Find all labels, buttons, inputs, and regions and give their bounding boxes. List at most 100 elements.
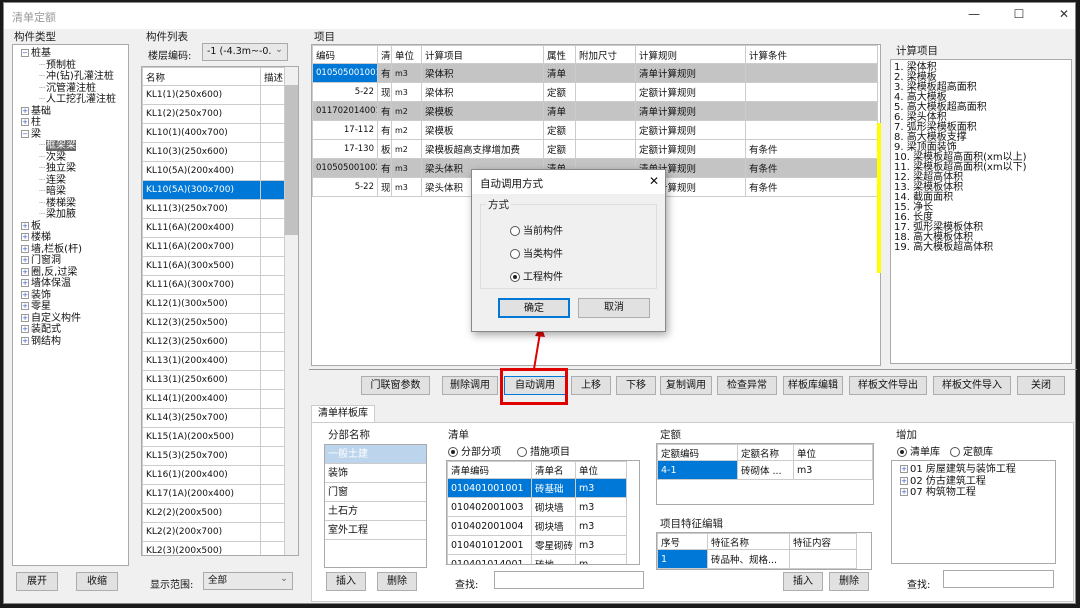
expand-toggle-icon[interactable]: +	[21, 290, 29, 299]
maximize-button[interactable]: ☐	[1009, 7, 1029, 25]
attribute-cell[interactable]: 清单	[543, 63, 576, 83]
list-item[interactable]: KL10(5A)(200x400)	[142, 161, 285, 181]
attribute-cell[interactable]: 清单	[543, 101, 576, 121]
column-header[interactable]: 特征名称	[707, 533, 790, 550]
column-header[interactable]: 定额名称	[737, 444, 794, 461]
code-cell[interactable]: 5-22	[312, 82, 378, 102]
expand-toggle-icon[interactable]: +	[21, 336, 29, 345]
type-cell[interactable]: 有	[377, 63, 392, 83]
collapse-button[interactable]: 收缩	[76, 572, 118, 591]
table-cell[interactable]	[789, 549, 857, 569]
tab-bill-template-library[interactable]: 清单样板库	[311, 405, 375, 423]
list-item[interactable]: KL15(3)(250x700)	[142, 446, 285, 466]
tree-node[interactable]: ┈冲(钻)孔灌注桩	[17, 71, 128, 83]
table-row[interactable]: 17-130 板 m2 梁模板超高支撑增加费 定额 定额计算规则 有条件	[312, 139, 878, 159]
tree-node[interactable]: ┈梁加腋	[17, 209, 128, 221]
calc-item-cell[interactable]: 梁模板超高支撑增加费	[421, 139, 544, 159]
column-header[interactable]: 单位	[575, 461, 627, 479]
code-cell[interactable]: 5-22	[312, 177, 378, 197]
unit-cell[interactable]: m2	[391, 120, 422, 140]
table-cell[interactable]: 010401001001	[447, 478, 532, 498]
table-row[interactable]: 010402001004 砌块墙 m3	[447, 516, 627, 536]
extra-size-cell[interactable]	[575, 82, 636, 102]
table-cell[interactable]: 砌块墙	[531, 497, 576, 517]
library-tree[interactable]: +01 房屋建筑与装饰工程 +02 仿古建筑工程 +07 构筑物工程	[891, 460, 1056, 564]
type-cell[interactable]: 现	[377, 82, 392, 102]
calc-condition-cell[interactable]: 有条件	[745, 139, 878, 159]
list-item[interactable]: KL12(3)(250x600)	[142, 332, 285, 352]
column-header[interactable]: 附加尺寸	[575, 45, 636, 64]
calc-rule-cell[interactable]: 清单计算规则	[635, 63, 746, 83]
list-item[interactable]: KL15(1A)(200x500)	[142, 427, 285, 447]
ok-button[interactable]: 确定	[498, 298, 570, 318]
extra-size-cell[interactable]	[575, 120, 636, 140]
unit-cell[interactable]: m2	[391, 101, 422, 121]
table-cell[interactable]: 砌块墙	[531, 516, 576, 536]
table-cell[interactable]: 砖砌体 ...	[737, 460, 794, 480]
tree-node[interactable]: + 门窗洞	[17, 255, 128, 267]
method-option-radio[interactable]: 工程构件	[510, 268, 563, 283]
table-cell[interactable]: 010401014001	[447, 554, 532, 564]
table-cell[interactable]: m3	[575, 478, 627, 498]
expand-toggle-icon[interactable]: +	[21, 313, 29, 322]
column-header[interactable]: 计算规则	[635, 45, 746, 64]
table-cell[interactable]: m3	[793, 460, 873, 480]
list-item[interactable]: KL2(3)(200x500)	[142, 541, 285, 555]
toolbar-button-1[interactable]: 删除调用	[442, 376, 498, 395]
type-cell[interactable]: 有	[377, 120, 392, 140]
calc-item[interactable]: 19. 高大模板超高体积	[894, 243, 1068, 253]
division-item[interactable]: 装饰	[325, 464, 426, 483]
list-item[interactable]: KL1(2)(250x700)	[142, 104, 285, 124]
toolbar-button-4[interactable]: 下移	[616, 376, 656, 395]
library-tree-node[interactable]: +02 仿古建筑工程	[900, 476, 1055, 488]
unit-cell[interactable]: m2	[391, 139, 422, 159]
column-header[interactable]: 特征内容	[789, 533, 857, 550]
tree-node[interactable]: + 圈,反,过梁	[17, 267, 128, 279]
tree-node[interactable]: + 装配式	[17, 324, 128, 336]
list-item[interactable]: KL13(1)(200x400)	[142, 351, 285, 371]
tree-node[interactable]: ┈暗梁	[17, 186, 128, 198]
tree-node[interactable]: ┈人工挖孔灌注桩	[17, 94, 128, 106]
calc-items-list[interactable]: 1. 梁体积 2. 梁模板 3. 梁模板超高面积 4. 高大模板 5. 高大模板超高面积…	[890, 59, 1072, 364]
calc-condition-cell[interactable]	[745, 101, 878, 121]
radio-division-items[interactable]: 分部分项	[448, 443, 501, 458]
attribute-cell[interactable]: 定额	[543, 139, 576, 159]
expand-toggle-icon[interactable]: +	[21, 256, 29, 264]
expand-toggle-icon[interactable]: +	[900, 465, 908, 473]
calc-rule-cell[interactable]: 定额计算规则	[635, 139, 746, 159]
attribute-cell[interactable]: 定额	[543, 120, 576, 140]
expand-toggle-icon[interactable]: +	[21, 279, 29, 287]
minimize-button[interactable]: —	[964, 7, 984, 25]
extra-size-cell[interactable]	[575, 101, 636, 121]
type-cell[interactable]: 有	[377, 101, 392, 121]
toolbar-button-8[interactable]: 样板文件导出	[849, 376, 927, 395]
expand-toggle-icon[interactable]: +	[900, 488, 908, 496]
column-header[interactable]: 清单编码	[447, 461, 532, 479]
table-cell[interactable]: 4-1	[657, 460, 738, 480]
tree-node[interactable]: ┈沉管灌注桩	[17, 83, 128, 95]
tree-node[interactable]: ┈连梁	[17, 175, 128, 187]
code-cell[interactable]: 17-112	[312, 120, 378, 140]
list-item[interactable]: KL14(1)(200x400)	[142, 389, 285, 409]
column-header[interactable]: 清	[377, 45, 392, 64]
tree-node[interactable]: + 基础	[17, 106, 128, 118]
toolbar-button-10[interactable]: 关闭	[1017, 376, 1065, 395]
table-cell[interactable]: m3	[575, 535, 627, 555]
division-delete-button[interactable]: 删除	[377, 572, 417, 591]
table-row[interactable]: 17-112 有 m2 梁模板 定额 定额计算规则	[312, 120, 878, 140]
radio-quota-library[interactable]: 定额库	[950, 443, 993, 458]
tree-node[interactable]: ┈次梁	[17, 152, 128, 164]
add-search-input[interactable]	[943, 570, 1054, 588]
expand-button[interactable]: 展开	[16, 572, 58, 591]
expand-toggle-icon[interactable]: +	[21, 221, 29, 230]
list-item[interactable]: KL10(3)(250x600)	[142, 142, 285, 162]
column-header[interactable]: 序号	[657, 533, 708, 550]
tree-node[interactable]: ┈预制桩	[17, 60, 128, 72]
table-cell[interactable]: m	[575, 554, 627, 564]
tree-node[interactable]: − 桩基	[17, 48, 128, 60]
close-window-button[interactable]: ✕	[1054, 7, 1074, 25]
list-item[interactable]: KL2(2)(200x500)	[142, 503, 285, 523]
calc-item-cell[interactable]: 梁体积	[421, 82, 544, 102]
calc-rule-cell[interactable]: 定额计算规则	[635, 120, 746, 140]
toolbar-button-5[interactable]: 复制调用	[660, 376, 712, 395]
